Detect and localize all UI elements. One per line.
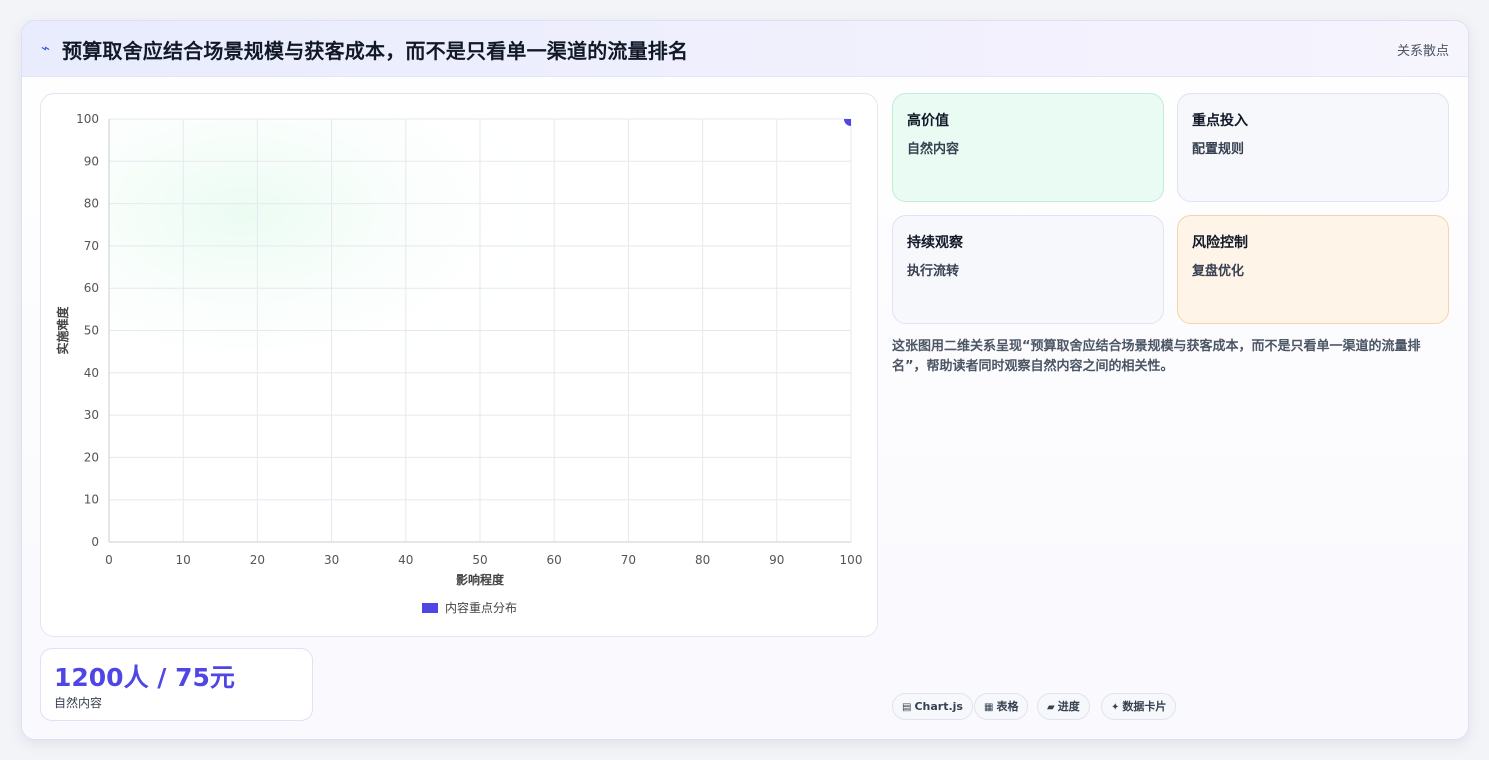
x-tick-label: 0 [105,553,113,567]
y-tick-label: 40 [84,366,99,380]
scatter-chart: 0 10 20 30 40 50 60 70 80 90 100 0 10 20 30 40 50 60 70 80 9… [55,112,863,615]
chart-type-tag: 关系散点 [1396,44,1449,59]
x-tick-label: 20 [250,553,265,567]
stat-label: 自然内容 [54,696,103,710]
quadrant-risk-control: 风险控制 复盘优化 [1177,215,1449,324]
stat-card: 1200人 / 75元 自然内容 [40,648,313,721]
dashboard-panel: ⌁ 预算取舍应结合场景规模与获客成本，而不是只看单一渠道的流量排名 关系散点 0… [21,20,1469,740]
scatter-chart-card: 0 10 20 30 40 50 60 70 80 90 100 0 10 20 30 40 50 60 70 80 9… [40,93,878,637]
chart-icon: ▤ [902,702,912,713]
y-tick-label: 30 [84,408,99,422]
quadrant-title: 重点投入 [1192,113,1248,129]
y-axis-title: 实施难度 [55,306,70,355]
pill-table[interactable]: ▦ 表格 [974,693,1029,720]
pill-label: 数据卡片 [1122,700,1167,713]
x-tick-label: 70 [621,553,636,567]
stat-value: 1200人 / 75元 [54,663,235,692]
quadrant-key-investment: 重点投入 配置规则 [1177,93,1449,202]
pill-progress[interactable]: ▰ 进度 [1037,693,1090,720]
scatter-point [844,119,851,126]
x-axis-title: 影响程度 [456,572,505,587]
y-tick-label: 10 [84,493,99,507]
x-tick-label: 10 [176,553,191,567]
pill-chartjs[interactable]: ▤ Chart.js [892,693,973,720]
quadrant-high-value: 高价值 自然内容 [892,93,1164,202]
x-tick-label: 40 [398,553,413,567]
y-tick-label: 90 [84,154,99,168]
y-tick-label: 20 [84,450,99,464]
x-tick-label: 80 [695,553,710,567]
table-icon: ▦ [984,702,994,713]
legend-label: 内容重点分布 [445,600,517,615]
x-tick-label: 90 [769,553,784,567]
quadrant-subtitle: 配置规则 [1192,142,1245,157]
y-tick-label: 70 [84,239,99,253]
quadrant-subtitle: 执行流转 [907,264,960,279]
pill-label: 表格 [996,700,1019,713]
y-tick-label: 0 [91,535,99,549]
x-tick-label: 100 [840,553,863,567]
quadrant-title: 持续观察 [907,235,963,251]
y-tick-label: 60 [84,281,99,295]
quadrant-title: 高价值 [907,113,949,129]
pill-data-card[interactable]: ✦ 数据卡片 [1101,693,1177,720]
page-title: 预算取舍应结合场景规模与获客成本，而不是只看单一渠道的流量排名 [62,39,689,63]
quadrant-title: 风险控制 [1192,235,1248,251]
chart-description: 这张图用二维关系呈现“预算取舍应结合场景规模与获客成本，而不是只看单一渠道的流量… [892,339,1421,374]
panel-header: ⌁ 预算取舍应结合场景规模与获客成本，而不是只看单一渠道的流量排名 关系散点 [22,21,1468,77]
quadrant-subtitle: 复盘优化 [1192,264,1245,279]
quadrant-subtitle: 自然内容 [907,142,960,157]
progress-icon: ▰ [1047,702,1055,713]
y-tick-label: 80 [84,197,99,211]
x-tick-label: 30 [324,553,339,567]
y-tick-label: 100 [76,112,99,126]
pill-label: Chart.js [914,700,963,713]
x-tick-label: 50 [472,553,487,567]
sparkle-icon: ✦ [1111,702,1120,713]
pill-label: 进度 [1057,700,1080,713]
lightning-icon: ⌁ [41,39,51,57]
legend-swatch [422,603,438,613]
x-tick-label: 60 [547,553,562,567]
quadrant-keep-watching: 持续观察 执行流转 [892,215,1164,324]
y-tick-label: 50 [84,324,99,338]
